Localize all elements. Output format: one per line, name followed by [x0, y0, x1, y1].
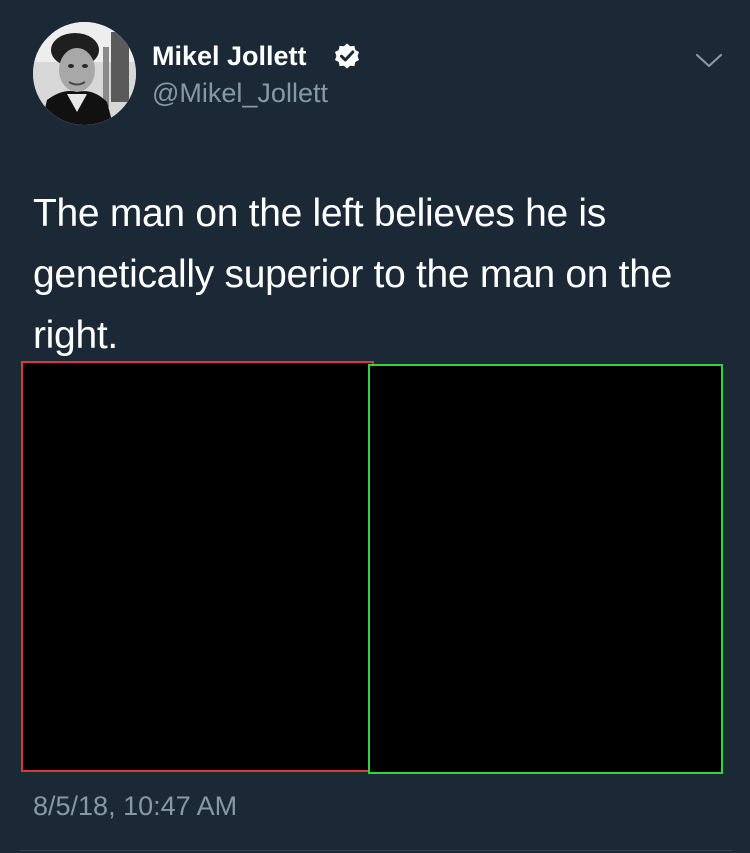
verified-badge-icon [335, 43, 359, 69]
user-handle[interactable]: @Mikel_Jollett [152, 77, 328, 109]
tweet-text: The man on the left believes he is genet… [33, 192, 672, 357]
tweet-image-right[interactable] [368, 364, 723, 774]
chevron-down-icon[interactable] [692, 48, 726, 72]
display-name[interactable]: Mikel Jollett [152, 40, 307, 72]
divider [20, 850, 732, 851]
avatar[interactable] [33, 22, 136, 125]
avatar-photo [33, 22, 136, 125]
tweet-image-left[interactable] [21, 361, 374, 772]
tweet-timestamp[interactable]: 8/5/18, 10:47 AM [33, 790, 237, 822]
